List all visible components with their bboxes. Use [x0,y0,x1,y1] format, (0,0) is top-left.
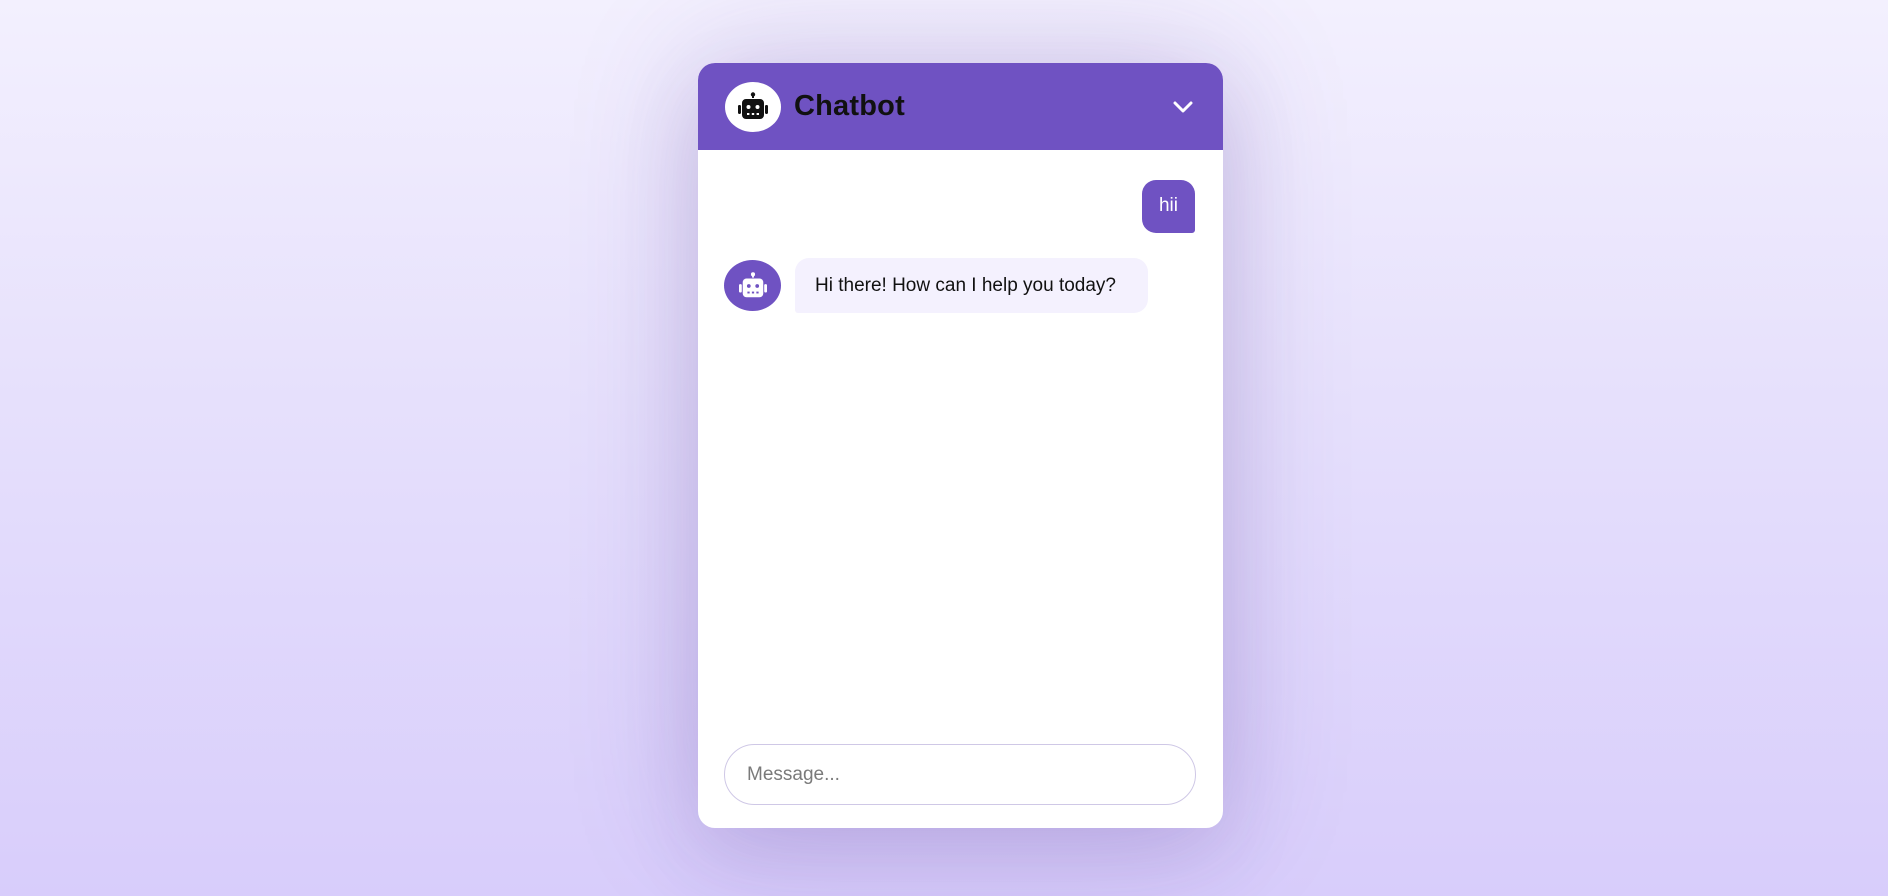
bot-avatar [724,260,781,311]
collapse-chat-button[interactable] [1169,93,1197,121]
header-avatar [725,81,781,132]
robot-icon [738,91,768,119]
bot-message-row: Hi there! How can I help you today? [724,258,1195,313]
chat-footer [698,744,1223,828]
message-list[interactable]: hii Hi there! How can I help you today? [698,150,1223,744]
robot-icon [738,271,767,297]
bot-message-bubble: Hi there! How can I help you today? [795,258,1148,313]
user-message-bubble: hii [1141,180,1195,233]
chat-title: Chatbot [794,90,905,122]
user-message-row: hii [724,180,1195,233]
message-input[interactable] [724,744,1196,805]
chat-window: Chatbot hii Hi there! How can I help you… [698,63,1223,828]
chat-header: Chatbot [698,63,1223,150]
chevron-down-icon [1173,101,1193,112]
